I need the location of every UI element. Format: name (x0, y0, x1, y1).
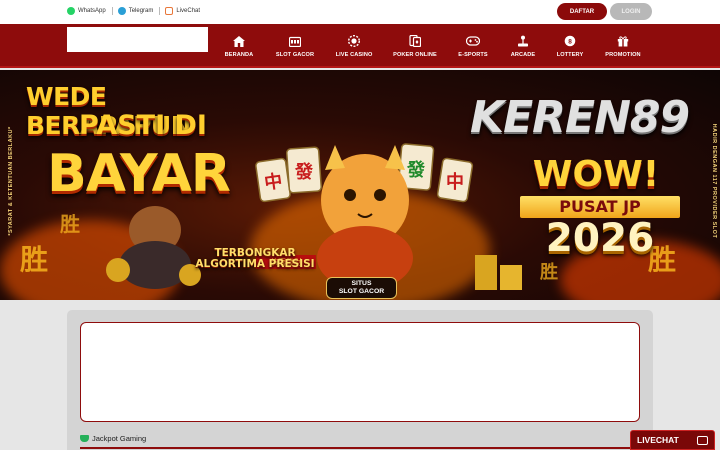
nav-label: SLOT GACOR (275, 51, 315, 58)
nav-item-e-sports[interactable]: E-SPORTS (457, 24, 489, 68)
situs-line2: SLOT GACOR (338, 288, 385, 295)
pusat-jp-ribbon: PUSAT JP (520, 196, 680, 218)
jackpot-section-title: Jackpot Gaming (80, 434, 146, 443)
nav-label: LIVE CASINO (335, 51, 373, 58)
livechat-link[interactable]: LiveChat (165, 7, 206, 15)
terms-side-text: *SYARAT & KETENTUAN BERLAKU* (8, 126, 14, 236)
nav-item-arcade[interactable]: ARCADE (509, 24, 537, 68)
headline-line3: BAYAR (47, 144, 231, 204)
year-text: 2026 (545, 216, 655, 261)
chat-bubble-icon (697, 435, 708, 445)
diamond-icon (80, 435, 89, 442)
livechat-top-label: LiveChat (176, 8, 201, 14)
nav-item-poker-online[interactable]: POKER ONLINE (393, 24, 437, 68)
gift-icon (616, 35, 630, 48)
nav-label: LOTTERY (556, 51, 584, 58)
daftar-button[interactable]: DAFTAR (557, 3, 607, 20)
terbongkar-line2: ALGORTIMA PRESISI (195, 258, 315, 270)
lottery-icon: 8 (563, 35, 577, 48)
casino-chip-icon (347, 35, 361, 48)
brand-logo-text: KEREN89 (470, 92, 690, 143)
svg-text:中: 中 (446, 171, 464, 193)
character-illustration (106, 206, 201, 289)
nav-item-promotion[interactable]: PROMOTION (605, 24, 641, 68)
svg-text:中: 中 (263, 170, 284, 194)
lucky-char-left: 胜 (20, 243, 49, 276)
livechat-label: LIVECHAT (637, 435, 679, 445)
whatsapp-label: WhatsApp (78, 8, 106, 14)
wow-text: WOW! (532, 154, 660, 195)
whatsapp-icon (67, 7, 75, 15)
jackpot-label: Jackpot Gaming (92, 434, 147, 443)
nav-item-lottery[interactable]: 8 LOTTERY (556, 24, 584, 68)
nav-label: E-SPORTS (458, 51, 488, 58)
situs-line1: SITUS (351, 280, 372, 287)
main-navbar: BERANDA SLOT GACOR LIVE CASINO POKER ONL… (0, 24, 720, 68)
top-bar: WhatsApp Telegram LiveChat DAFTAR LOGIN (0, 0, 720, 24)
nav-label: PROMOTION (605, 51, 641, 58)
arcade-icon (516, 35, 530, 48)
svg-text:發: 發 (294, 161, 314, 183)
situs-badge: SITUS SLOT GACOR (326, 277, 397, 299)
telegram-icon (117, 7, 126, 15)
lucky-char-right-small: 胜 (540, 262, 558, 283)
announcement-box (80, 322, 640, 422)
nav-item-beranda[interactable]: BERANDA (224, 24, 254, 68)
site-logo[interactable] (67, 27, 208, 52)
home-icon (232, 35, 246, 48)
nav-item-slot-gacor[interactable]: SLOT GACOR (276, 24, 314, 68)
telegram-label: Telegram (128, 8, 154, 14)
svg-text:發: 發 (406, 159, 426, 181)
nav-label: ARCADE (510, 51, 536, 58)
slot-icon (288, 35, 302, 48)
livechat-icon (165, 7, 174, 15)
login-button[interactable]: LOGIN (610, 3, 652, 20)
lucky-char-left-small: 胜 (60, 212, 80, 236)
nav-item-live-casino[interactable]: LIVE CASINO (335, 24, 373, 68)
whatsapp-link[interactable]: WhatsApp (67, 7, 113, 15)
section-divider (80, 447, 640, 449)
headline-line2: PASTI DI (79, 110, 207, 141)
nav-label: POKER ONLINE (393, 51, 437, 58)
gamepad-icon (466, 35, 480, 48)
provider-side-text: HADIR DENGAN 117 PROVIDER SLOT (711, 123, 717, 239)
livechat-widget[interactable]: LIVECHAT (630, 430, 715, 450)
poker-icon (408, 35, 422, 48)
terbongkar-tagline: TERBONGKAR ALGORTIMA PRESISI (190, 248, 320, 270)
nav-label: BERANDA (224, 51, 254, 58)
telegram-link[interactable]: Telegram (117, 7, 161, 15)
promo-banner[interactable]: 中 發 發 中 恭喜發財 胜 胜 胜 胜 *SYARAT & KETENTUAN… (0, 70, 720, 300)
svg-text:8: 8 (568, 38, 572, 45)
contact-links: WhatsApp Telegram LiveChat (67, 7, 211, 15)
